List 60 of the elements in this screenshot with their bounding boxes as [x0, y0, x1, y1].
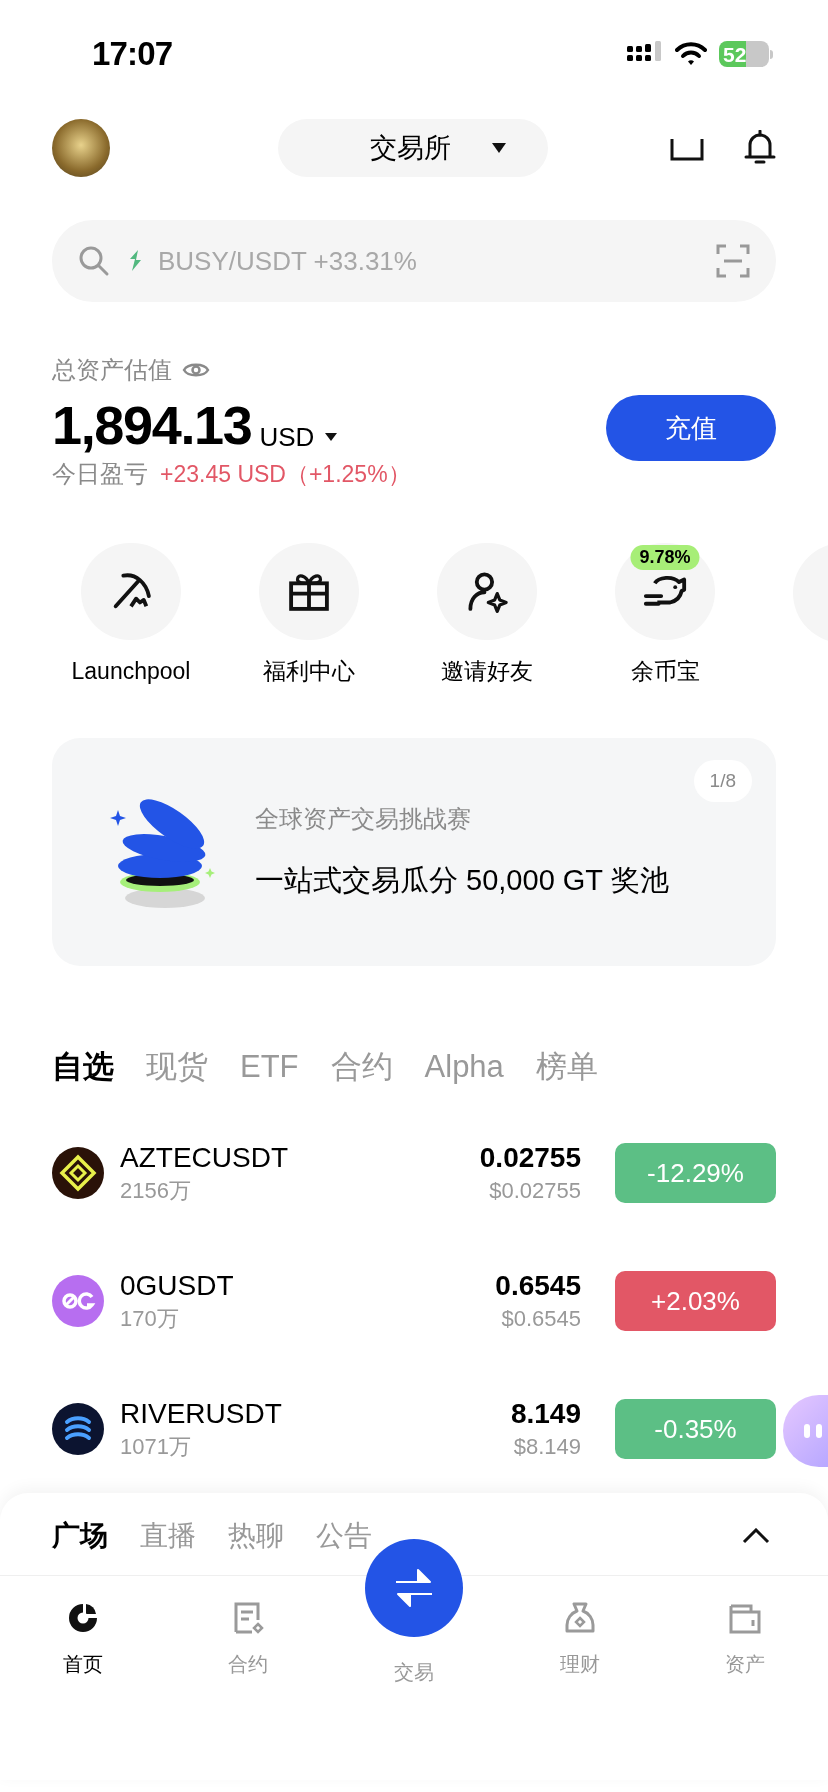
nav-tab[interactable]: 理财	[496, 1576, 663, 1679]
wifi-icon	[675, 42, 707, 66]
collapse-chevron-icon[interactable]	[742, 1528, 770, 1544]
usd-price-text: $0.02755	[489, 1177, 581, 1205]
currency-selector[interactable]: USD	[259, 424, 339, 452]
price-text: 0.02755	[479, 1141, 581, 1175]
pnl-label: 今日盈亏	[52, 459, 148, 489]
dropdown-icon	[324, 432, 339, 442]
market-tab[interactable]: 现货	[146, 1043, 208, 1091]
change-badge[interactable]: -12.29%	[615, 1143, 776, 1203]
volume-text: 1071万	[120, 1433, 192, 1461]
coin-logo-icon	[52, 1275, 104, 1327]
balance-amount: 1,894.13	[52, 398, 252, 452]
usd-price-text: $0.6545	[501, 1305, 581, 1333]
feed-tab[interactable]: 热聊	[228, 1515, 284, 1557]
search-bar[interactable]: BUSY/USDT +33.31%	[52, 220, 776, 302]
feed-tab[interactable]: 广场	[52, 1515, 108, 1557]
nav-tab[interactable]: 合约	[165, 1576, 332, 1679]
status-time: 17:07	[92, 34, 173, 75]
coin-logo-icon	[52, 1403, 104, 1455]
scan-icon[interactable]	[716, 244, 750, 278]
pair-symbol: AZTECUSDT	[120, 1141, 288, 1175]
market-tab[interactable]: 自选	[52, 1043, 114, 1091]
price-text: 8.149	[510, 1397, 581, 1431]
change-badge[interactable]: -0.35%	[615, 1399, 776, 1459]
pair-symbol: RIVERUSDT	[120, 1397, 282, 1431]
price-text: 0.6545	[495, 1269, 581, 1303]
shortcut-label: 余币宝	[630, 656, 700, 686]
market-tab[interactable]: Alpha	[424, 1043, 504, 1091]
deposit-button[interactable]: 充值	[606, 395, 776, 461]
feed-tab[interactable]: 直播	[140, 1515, 196, 1557]
page-indicator: 1/8	[693, 760, 752, 802]
pnl-value: +23.45 USD（+1.25%）	[160, 459, 411, 489]
shortcut-label: 福利中心	[263, 656, 355, 686]
shortcut-label: 邀请好友	[441, 656, 533, 686]
banner-subtitle: 全球资产交易挑战赛	[255, 804, 472, 835]
usd-price-text: $8.149	[513, 1433, 581, 1461]
balance-label: 总资产估值	[52, 355, 172, 385]
change-badge[interactable]: +2.03%	[615, 1271, 776, 1331]
rate-badge: 9.78%	[630, 545, 700, 570]
bell-icon[interactable]	[744, 130, 776, 166]
nav-tab[interactable]: 资产	[662, 1576, 828, 1679]
market-tab[interactable]: ETF	[240, 1043, 299, 1091]
search-icon	[78, 245, 110, 277]
coin-logo-icon	[52, 1147, 104, 1199]
volume-text: 170万	[120, 1305, 180, 1333]
battery-icon: 52	[719, 41, 769, 67]
promo-banner[interactable]: 全球资产交易挑战赛 一站式交易瓜分 50,000 GT 奖池 1/8	[52, 738, 776, 966]
feed-tab[interactable]: 公告	[316, 1515, 372, 1557]
market-tab[interactable]: 合约	[330, 1043, 393, 1091]
dropdown-icon	[490, 142, 507, 154]
nav-tab[interactable]: 首页	[0, 1576, 166, 1679]
market-tab[interactable]: 榜单	[535, 1043, 598, 1091]
search-field[interactable]: BUSY/USDT +33.31%	[158, 241, 716, 281]
volume-text: 2156万	[120, 1177, 192, 1205]
banner-title: 一站式交易瓜分 50,000 GT 奖池	[255, 863, 669, 899]
avatar-placeholder[interactable]	[52, 119, 110, 177]
shortcut-label: Launchpool	[71, 656, 191, 686]
exchange-selector[interactable]: 交易所	[278, 119, 548, 177]
pair-symbol: 0GUSDT	[120, 1269, 234, 1303]
